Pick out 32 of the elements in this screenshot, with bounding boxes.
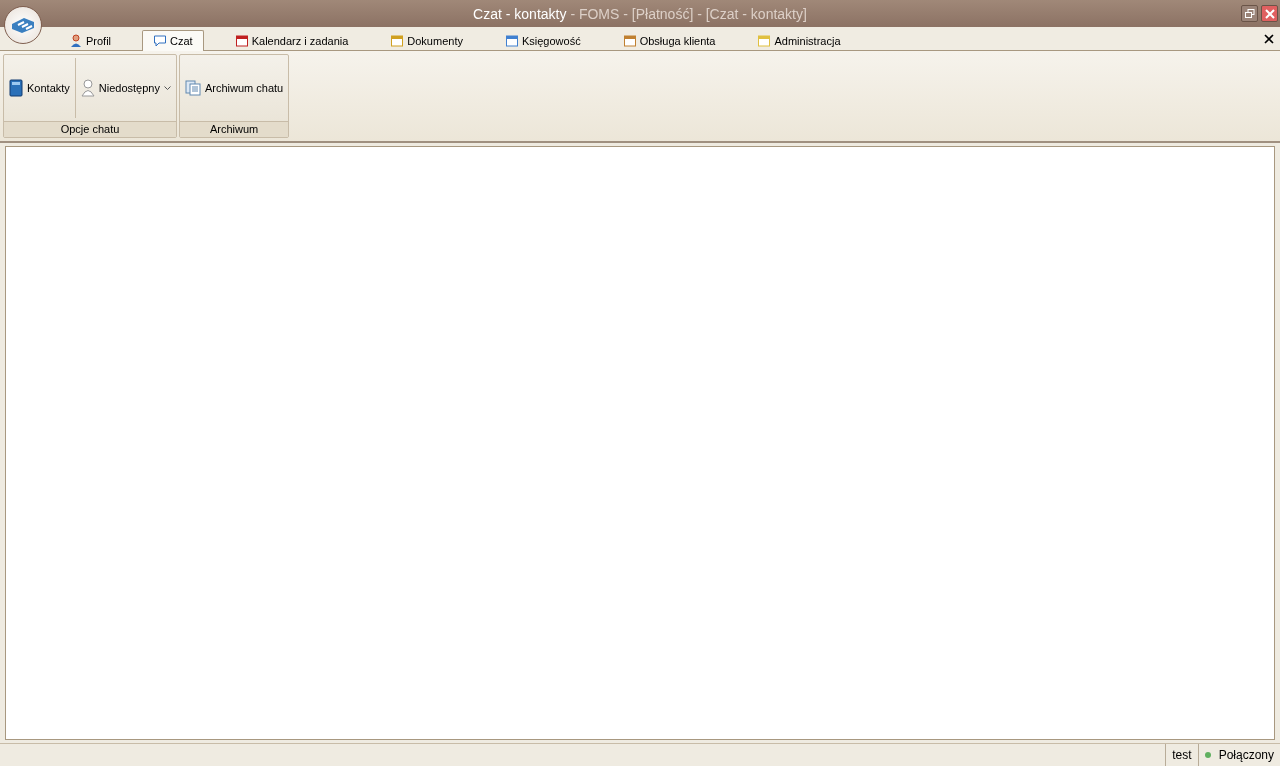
ribbon-button[interactable]: Niedostępny [77, 58, 174, 118]
close-button[interactable] [1261, 5, 1278, 22]
restore-icon [1244, 8, 1255, 19]
tab-icon [69, 33, 83, 48]
ribbon-tab[interactable]: Czat [142, 30, 204, 51]
connection-status: Połączony [1218, 748, 1274, 762]
tab-icon [622, 33, 637, 48]
ribbon-tab[interactable]: Profil [58, 30, 123, 50]
ribbon-tab[interactable]: Księgowość [493, 30, 592, 50]
ribbon-tab[interactable]: Dokumenty [379, 30, 474, 50]
ribbon-button[interactable]: Archiwum chatu [181, 58, 287, 118]
restore-button[interactable] [1241, 5, 1258, 22]
close-icon[interactable] [1264, 33, 1274, 44]
tab-icon [504, 33, 519, 48]
person-icon [80, 79, 95, 97]
tab-icon [757, 33, 772, 48]
app-logo-icon[interactable] [4, 6, 42, 44]
book-icon [9, 79, 23, 97]
window-title: Czat - kontakty - FOMS - [Płatność] - [Czat - kontakty] [473, 5, 807, 22]
user-name: test [1165, 744, 1198, 766]
close-icon [1264, 8, 1275, 19]
ribbon-tab[interactable]: Obsługa klienta [611, 30, 727, 50]
group-label: Opcje chatu [4, 121, 176, 137]
ribbon-tab[interactable]: Kalendarz i zadania [223, 30, 360, 50]
ribbon-button[interactable]: Kontakty [6, 58, 73, 118]
document-icon [184, 80, 201, 96]
tab-icon [153, 34, 168, 48]
caret-icon [163, 86, 171, 90]
ribbon-tab[interactable]: Administracja [746, 30, 852, 50]
tab-icon [390, 33, 405, 48]
group-label: Archiwum [179, 121, 289, 137]
tab-icon [234, 33, 249, 48]
